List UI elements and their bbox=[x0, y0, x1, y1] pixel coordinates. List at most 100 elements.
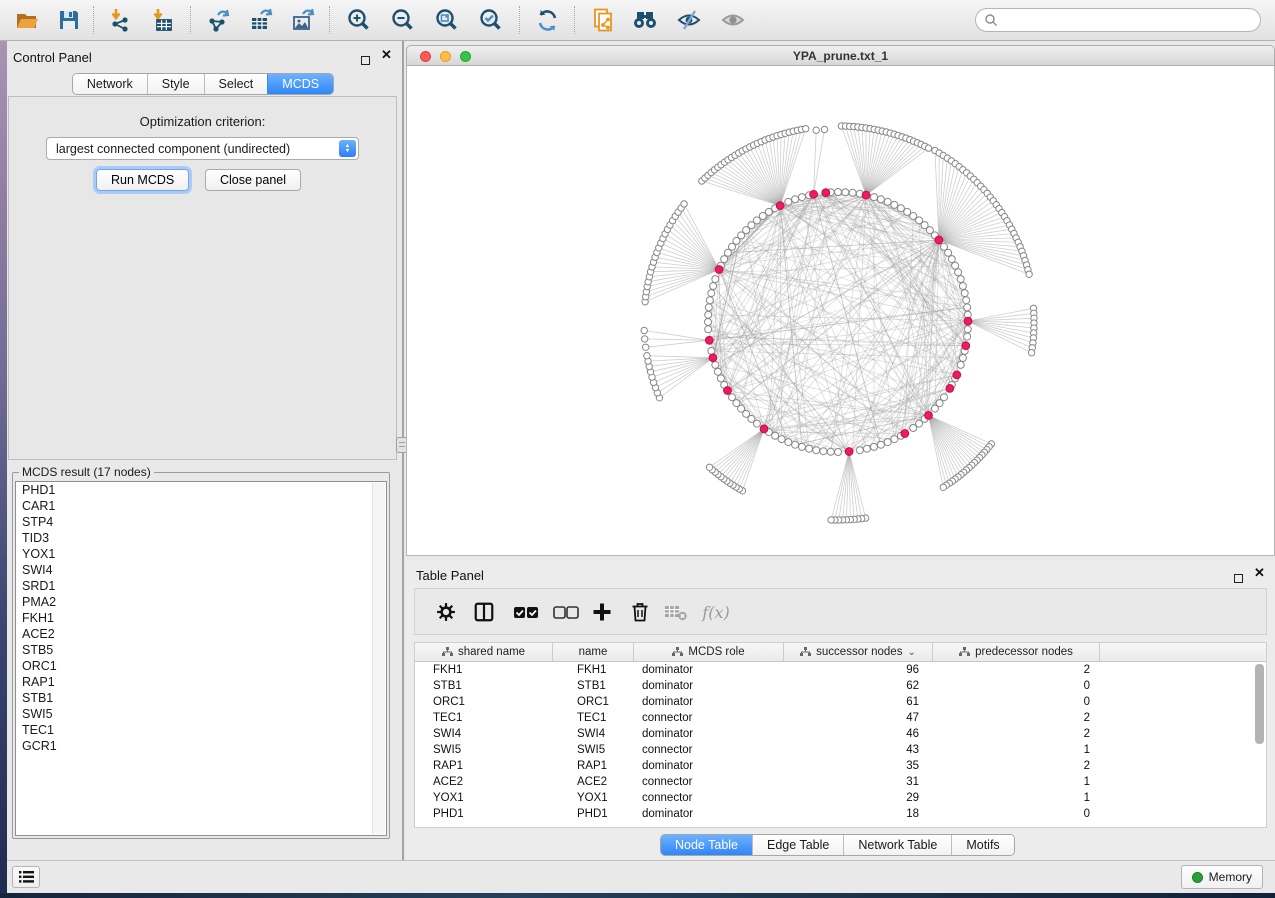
mcds-node[interactable] bbox=[962, 342, 970, 350]
network-node[interactable] bbox=[705, 304, 712, 311]
mcds-node[interactable] bbox=[776, 202, 784, 210]
eye-icon[interactable] bbox=[716, 5, 750, 35]
select-all-icon[interactable] bbox=[511, 598, 541, 626]
network-node[interactable] bbox=[799, 443, 806, 450]
network-node[interactable] bbox=[705, 319, 712, 326]
network-node[interactable] bbox=[891, 201, 898, 208]
tab-network-table[interactable]: Network Table bbox=[843, 835, 951, 855]
float-table-panel-icon[interactable] bbox=[1234, 570, 1243, 588]
mcds-node[interactable] bbox=[810, 190, 818, 198]
network-node[interactable] bbox=[717, 375, 724, 382]
network-node[interactable] bbox=[945, 249, 952, 256]
mcds-node[interactable] bbox=[715, 266, 723, 274]
table-row[interactable]: SWI5SWI5connector431 bbox=[415, 742, 1266, 758]
network-node[interactable] bbox=[884, 439, 891, 446]
network-node[interactable] bbox=[705, 311, 712, 318]
network-node[interactable] bbox=[964, 304, 971, 311]
mcds-result-item[interactable]: FKH1 bbox=[16, 610, 386, 626]
network-node[interactable] bbox=[712, 276, 719, 283]
network-node[interactable] bbox=[964, 333, 971, 340]
tab-edge-table[interactable]: Edge Table bbox=[752, 835, 843, 855]
network-node[interactable] bbox=[772, 432, 779, 439]
mcds-result-item[interactable]: STB1 bbox=[16, 690, 386, 706]
share-document-icon[interactable] bbox=[586, 5, 620, 35]
network-node[interactable] bbox=[871, 443, 878, 450]
tab-node-table[interactable]: Node Table bbox=[661, 835, 752, 855]
network-node[interactable] bbox=[714, 368, 721, 375]
leaf-node[interactable] bbox=[1028, 350, 1034, 356]
hide-eye-icon[interactable] bbox=[672, 5, 706, 35]
network-node[interactable] bbox=[765, 208, 772, 215]
search-box[interactable] bbox=[975, 8, 1261, 32]
mcds-node[interactable] bbox=[901, 430, 909, 438]
tab-style[interactable]: Style bbox=[147, 74, 204, 94]
mcds-node[interactable] bbox=[724, 387, 732, 395]
leaf-node[interactable] bbox=[644, 353, 650, 359]
column-header-name[interactable]: name bbox=[553, 643, 634, 661]
network-node[interactable] bbox=[964, 326, 971, 333]
deselect-all-icon[interactable] bbox=[551, 598, 581, 626]
network-node[interactable] bbox=[835, 449, 842, 456]
network-node[interactable] bbox=[955, 269, 962, 276]
network-node[interactable] bbox=[897, 205, 904, 212]
refresh-icon[interactable] bbox=[530, 5, 564, 35]
open-folder-icon[interactable] bbox=[10, 5, 44, 35]
import-table-icon[interactable] bbox=[146, 5, 180, 35]
table-row[interactable]: STB1STB1dominator620 bbox=[415, 678, 1266, 694]
network-canvas[interactable] bbox=[406, 66, 1275, 556]
leaf-node[interactable] bbox=[803, 126, 809, 132]
table-row[interactable]: TEC1TEC1connector472 bbox=[415, 710, 1266, 726]
search-input[interactable] bbox=[1004, 12, 1252, 28]
mcds-node[interactable] bbox=[946, 385, 954, 393]
column-header-mcds-role[interactable]: MCDS role bbox=[634, 643, 784, 661]
network-node[interactable] bbox=[877, 196, 884, 203]
close-table-panel-icon[interactable]: ✕ bbox=[1254, 568, 1265, 577]
leaf-node[interactable] bbox=[828, 517, 834, 523]
zoom-fit-icon[interactable] bbox=[429, 5, 463, 35]
mcds-node[interactable] bbox=[845, 448, 853, 456]
leaf-node[interactable] bbox=[681, 201, 687, 207]
network-node[interactable] bbox=[931, 405, 938, 412]
table-row[interactable]: FKH1FKH1dominator962 bbox=[415, 662, 1266, 678]
mcds-result-item[interactable]: STP4 bbox=[16, 514, 386, 530]
mcds-result-item[interactable]: TEC1 bbox=[16, 722, 386, 738]
leaf-node[interactable] bbox=[643, 344, 649, 350]
network-node[interactable] bbox=[710, 283, 717, 290]
network-node[interactable] bbox=[863, 445, 870, 452]
mcds-node[interactable] bbox=[705, 336, 713, 344]
network-node[interactable] bbox=[891, 436, 898, 443]
leaf-node[interactable] bbox=[1026, 271, 1032, 277]
network-node[interactable] bbox=[778, 436, 785, 443]
mcds-result-item[interactable]: PMA2 bbox=[16, 594, 386, 610]
network-node[interactable] bbox=[842, 189, 849, 196]
mcds-node[interactable] bbox=[925, 412, 933, 420]
column-header-shared-name[interactable]: shared name bbox=[415, 643, 553, 661]
network-node[interactable] bbox=[871, 194, 878, 201]
leaf-node[interactable] bbox=[925, 145, 931, 151]
mcds-node[interactable] bbox=[822, 189, 830, 197]
export-image-icon[interactable] bbox=[286, 5, 320, 35]
run-mcds-button[interactable]: Run MCDS bbox=[96, 169, 189, 191]
mcds-node[interactable] bbox=[935, 236, 943, 244]
table-row[interactable]: ACE2ACE2connector311 bbox=[415, 774, 1266, 790]
network-node[interactable] bbox=[827, 448, 834, 455]
network-node[interactable] bbox=[708, 347, 715, 354]
leaf-node[interactable] bbox=[813, 127, 819, 133]
tab-network[interactable]: Network bbox=[73, 74, 147, 94]
network-node[interactable] bbox=[706, 297, 713, 304]
network-node[interactable] bbox=[729, 394, 736, 401]
mcds-result-item[interactable]: GCR1 bbox=[16, 738, 386, 754]
delete-column-icon[interactable] bbox=[625, 598, 655, 626]
mcds-result-item[interactable]: SWI5 bbox=[16, 706, 386, 722]
network-node[interactable] bbox=[877, 441, 884, 448]
save-icon[interactable] bbox=[52, 5, 86, 35]
leaf-node[interactable] bbox=[706, 464, 712, 470]
network-node[interactable] bbox=[835, 189, 842, 196]
mcds-result-list[interactable]: PHD1CAR1STP4TID3YOX1SWI4SRD1PMA2FKH1ACE2… bbox=[15, 481, 387, 836]
network-window-titlebar[interactable]: YPA_prune.txt_1 bbox=[406, 45, 1275, 66]
network-node[interactable] bbox=[721, 256, 728, 263]
tab-motifs[interactable]: Motifs bbox=[951, 835, 1013, 855]
network-node[interactable] bbox=[959, 355, 966, 362]
add-column-icon[interactable] bbox=[587, 598, 617, 626]
network-node[interactable] bbox=[963, 297, 970, 304]
